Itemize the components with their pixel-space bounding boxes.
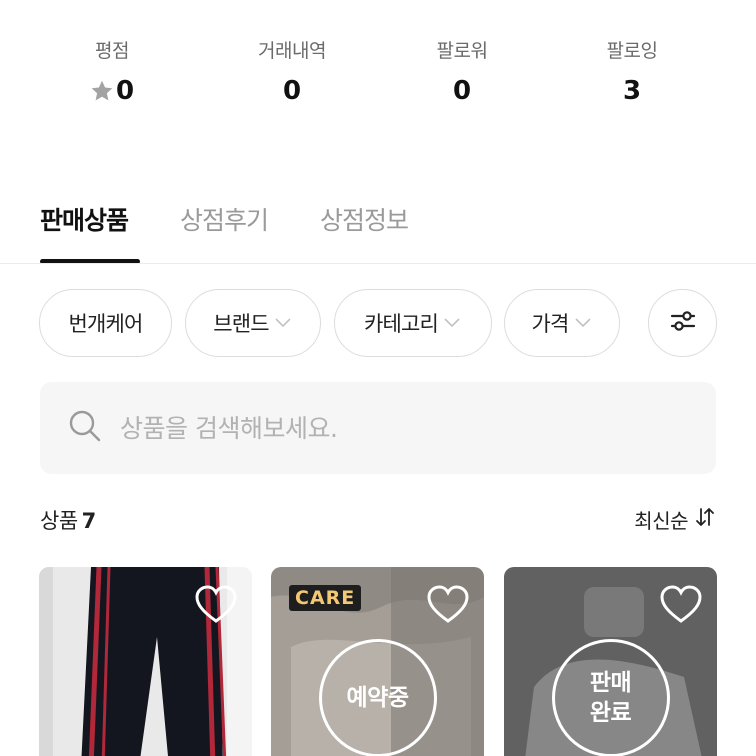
product-count-label: 상품 bbox=[40, 509, 78, 533]
chevron-down-icon bbox=[273, 311, 293, 335]
chip-label: 브랜드 bbox=[213, 312, 269, 336]
stat-value: 0 bbox=[452, 76, 472, 106]
star-icon bbox=[90, 79, 114, 103]
stat-value: 0 bbox=[115, 76, 135, 106]
product-card[interactable] bbox=[39, 567, 252, 756]
product-count-value: 7 bbox=[81, 509, 97, 533]
heart-icon[interactable] bbox=[194, 585, 238, 625]
product-card[interactable]: CARE 예약중 bbox=[271, 567, 484, 756]
heart-icon[interactable] bbox=[659, 585, 703, 625]
chevron-down-icon bbox=[442, 311, 462, 335]
tab-products[interactable]: 판매상품 bbox=[40, 196, 129, 246]
products-header: 상품 7 최신순 bbox=[40, 504, 716, 538]
chevron-down-icon bbox=[573, 311, 593, 335]
stat-label: 거래내역 bbox=[258, 40, 326, 62]
shop-stats: 평점 0 거래내역 0 팔로워 0 팔로잉 3 bbox=[0, 36, 756, 116]
sort-label: 최신순 bbox=[634, 509, 688, 533]
stat-transactions[interactable]: 거래내역 0 bbox=[207, 36, 377, 108]
tabs-divider bbox=[0, 263, 756, 264]
chip-label: 카테고리 bbox=[363, 312, 439, 336]
tab-shop-info[interactable]: 상점정보 bbox=[320, 196, 409, 246]
product-card[interactable]: 판매 완료 bbox=[504, 567, 717, 756]
product-search-box[interactable] bbox=[40, 382, 716, 474]
product-count: 상품 7 bbox=[40, 504, 96, 538]
stat-label: 평점 bbox=[95, 40, 129, 62]
filter-chip-brand[interactable]: 브랜드 bbox=[185, 289, 321, 357]
stat-following[interactable]: 팔로잉 3 bbox=[547, 36, 717, 108]
stat-value: 3 bbox=[622, 76, 642, 106]
stat-label: 팔로잉 bbox=[606, 40, 658, 62]
stat-label: 팔로워 bbox=[436, 40, 488, 62]
chip-label: 가격 bbox=[531, 312, 569, 336]
search-icon bbox=[68, 409, 102, 447]
sold-out-status-badge: 판매 완료 bbox=[551, 639, 670, 756]
stat-rating[interactable]: 평점 0 bbox=[27, 36, 197, 108]
filter-settings-icon bbox=[669, 309, 697, 338]
heart-icon[interactable] bbox=[426, 585, 470, 625]
search-input[interactable] bbox=[120, 413, 680, 443]
chip-label: 번개케어 bbox=[68, 312, 143, 336]
reserved-status-badge: 예약중 bbox=[318, 639, 437, 756]
filter-chip-price[interactable]: 가격 bbox=[504, 289, 620, 357]
tab-reviews[interactable]: 상점후기 bbox=[180, 196, 269, 246]
sort-arrows-icon bbox=[694, 504, 716, 538]
sort-button[interactable]: 최신순 bbox=[634, 504, 716, 538]
stat-followers[interactable]: 팔로워 0 bbox=[377, 36, 547, 108]
stat-value: 0 bbox=[282, 76, 302, 106]
filter-chip-category[interactable]: 카테고리 bbox=[334, 289, 492, 357]
filter-settings-button[interactable] bbox=[648, 289, 717, 357]
stat-value-row: 0 bbox=[27, 74, 197, 108]
filter-chip-bungae-care[interactable]: 번개케어 bbox=[39, 289, 172, 357]
care-badge: CARE bbox=[289, 585, 362, 611]
